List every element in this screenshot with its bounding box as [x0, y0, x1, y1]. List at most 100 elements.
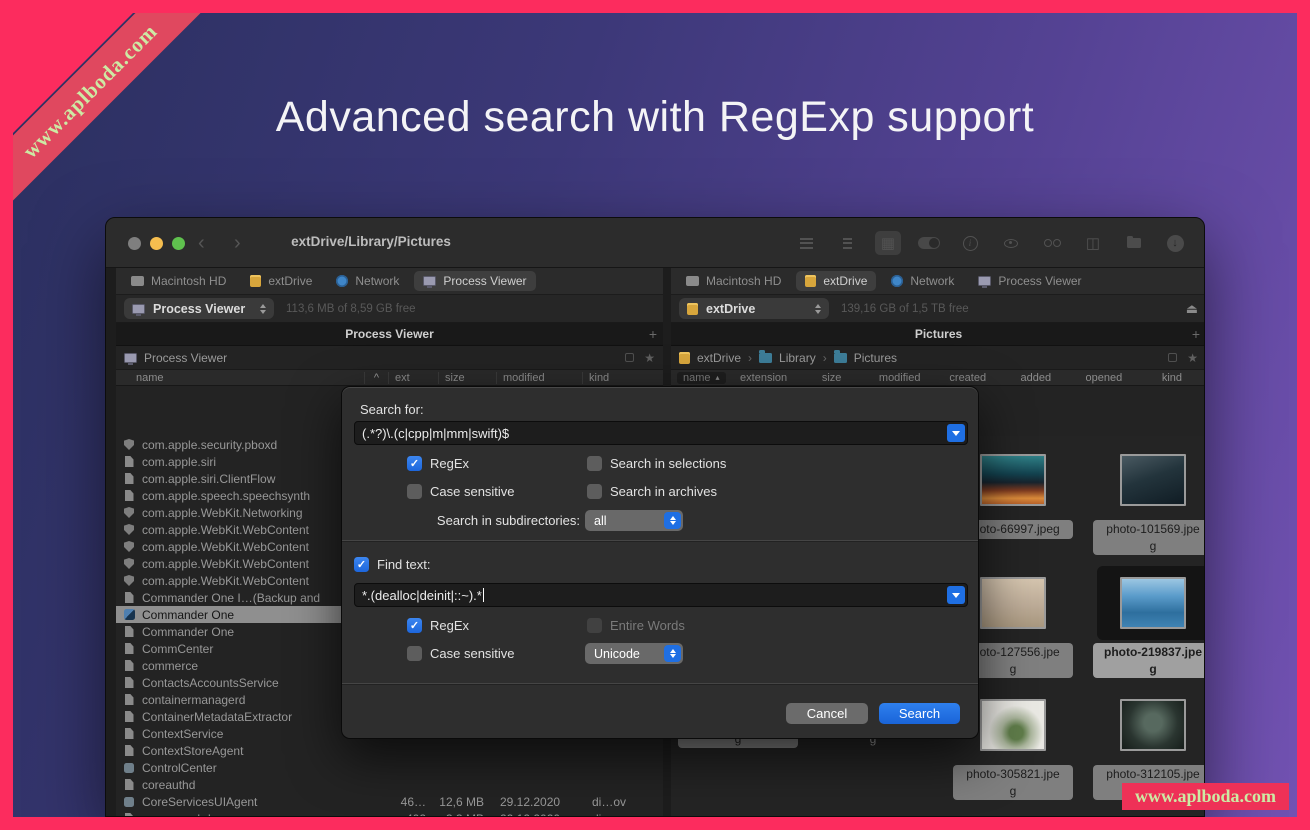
file-kind: di…ov — [578, 812, 663, 818]
column-header-size[interactable]: size — [798, 372, 866, 384]
find-text-row[interactable]: ✓ Find text: — [354, 557, 430, 572]
drive-extdrive[interactable]: extDrive — [796, 271, 876, 291]
drive-macintosh-hd[interactable]: Macintosh HD — [677, 271, 790, 291]
photo-item-selected[interactable]: photo-219837.jpeg — [1093, 577, 1205, 678]
column-header-size[interactable]: size — [438, 372, 496, 384]
find-case-sensitive-row[interactable]: Case sensitive — [407, 646, 515, 661]
column-header-kind[interactable]: kind — [1138, 372, 1205, 384]
drive-network[interactable]: Network — [327, 271, 408, 291]
file-icon — [116, 677, 142, 688]
file-size: 3,3 MB — [434, 812, 492, 818]
entire-words-row[interactable]: Entire Words — [587, 618, 685, 633]
combo-dropdown-icon[interactable] — [947, 424, 965, 442]
checkbox-icon[interactable] — [587, 484, 602, 499]
column-header-name[interactable]: name▴ — [677, 372, 726, 384]
search-in-archives-row[interactable]: Search in archives — [587, 484, 717, 499]
network-globe-icon — [336, 275, 348, 287]
breadcrumb-library[interactable]: Library — [779, 351, 816, 365]
info-icon[interactable]: i — [957, 231, 983, 255]
column-header-opened[interactable]: opened — [1070, 372, 1138, 384]
add-tab-button[interactable]: + — [1192, 326, 1200, 342]
combo-dropdown-icon[interactable] — [947, 586, 965, 604]
panel-toggle-icon[interactable] — [916, 231, 942, 255]
drive-extdrive[interactable]: extDrive — [241, 271, 321, 291]
column-header-kind[interactable]: kind — [582, 372, 663, 384]
back-icon[interactable]: ‹ — [198, 231, 205, 255]
subdirectories-select[interactable]: all — [585, 510, 683, 531]
file-icon — [116, 779, 142, 790]
left-volume-selector[interactable]: Process Viewer — [124, 298, 274, 319]
search-pattern-input[interactable]: (.*?)\.(c|cpp|m|mm|swift)$ — [354, 421, 968, 445]
checkbox-checked-icon[interactable]: ✓ — [354, 557, 369, 572]
folder-tree-icon[interactable] — [1121, 231, 1147, 255]
column-header-modified[interactable]: modified — [496, 372, 582, 384]
drive-process-viewer[interactable]: Process Viewer — [414, 271, 535, 291]
search-for-label: Search for: — [360, 402, 424, 417]
thumbnail-view-icon[interactable]: ▦ — [875, 231, 901, 255]
selection-checkbox-icon[interactable] — [625, 353, 634, 362]
drive-process-viewer[interactable]: Process Viewer — [969, 271, 1090, 291]
file-icon — [116, 797, 142, 807]
checkbox-checked-icon[interactable]: ✓ — [407, 456, 422, 471]
cancel-button[interactable]: Cancel — [786, 703, 868, 724]
checkbox-icon[interactable] — [587, 456, 602, 471]
file-icon — [116, 541, 142, 552]
sort-asc-icon[interactable]: ^ — [364, 372, 388, 384]
column-header-modified[interactable]: modified — [866, 372, 934, 384]
tab-process-viewer[interactable]: Process Viewer — [345, 327, 434, 341]
minimize-button[interactable] — [150, 237, 163, 250]
brief-list-view-icon[interactable] — [834, 231, 860, 255]
advanced-search-dialog: Search for: (.*?)\.(c|cpp|m|mm|swift)$ ✓… — [341, 386, 979, 739]
window-titlebar[interactable]: ‹ › extDrive/Library/Pictures ▦ i ◫ ↓ — [106, 218, 1204, 268]
photo-item[interactable]: photo-101569.jpeg — [1093, 454, 1205, 555]
breadcrumb-pictures[interactable]: Pictures — [854, 351, 897, 365]
case-sensitive-row[interactable]: Case sensitive — [407, 484, 515, 499]
table-row[interactable]: coreauthd — [116, 776, 663, 793]
right-volume-selector[interactable]: extDrive — [679, 298, 829, 319]
drive-macintosh-hd[interactable]: Macintosh HD — [122, 271, 235, 291]
find-text-input[interactable]: *.(dealloc|deinit|::~).* — [354, 583, 968, 607]
file-name: ContextStoreAgent — [142, 744, 384, 758]
dual-pane-icon[interactable]: ◫ — [1080, 231, 1106, 255]
checkbox-checked-icon[interactable]: ✓ — [407, 618, 422, 633]
table-row[interactable]: corespeechd 402 3,3 MB 22.12.2020 di…ov — [116, 810, 663, 817]
file-kind: di…ov — [578, 795, 663, 809]
file-size: 12,6 MB — [434, 795, 492, 809]
breadcrumb-extdrive[interactable]: extDrive — [697, 351, 741, 365]
add-tab-button[interactable]: + — [649, 326, 657, 342]
table-row[interactable]: ContextStoreAgent — [116, 742, 663, 759]
close-button[interactable] — [128, 237, 141, 250]
encoding-select[interactable]: Unicode — [585, 643, 683, 664]
right-free-space: 139,16 GB of 1,5 TB free — [841, 303, 969, 315]
full-list-view-icon[interactable] — [793, 231, 819, 255]
eject-icon[interactable]: ⏏ — [1186, 301, 1198, 317]
regex-checkbox-row[interactable]: ✓ RegEx — [407, 456, 469, 471]
breadcrumb-separator: › — [823, 351, 827, 365]
table-row[interactable]: ControlCenter — [116, 759, 663, 776]
column-header-created[interactable]: created — [934, 372, 1002, 384]
drive-network[interactable]: Network — [882, 271, 963, 291]
favorite-star-icon[interactable]: ★ — [1187, 351, 1198, 365]
forward-icon[interactable]: › — [234, 231, 241, 255]
toolbar: ▦ i ◫ ↓ — [793, 230, 1188, 256]
column-header-ext[interactable]: ext — [388, 372, 438, 384]
download-updates-icon[interactable]: ↓ — [1162, 231, 1188, 255]
search-button[interactable]: Search — [879, 703, 960, 724]
search-in-selections-row[interactable]: Search in selections — [587, 456, 726, 471]
zoom-button[interactable] — [172, 237, 185, 250]
table-row[interactable]: CoreServicesUIAgent 46… 12,6 MB 29.12.20… — [116, 793, 663, 810]
selection-checkbox-icon[interactable] — [1168, 353, 1177, 362]
hidden-files-eye-icon[interactable] — [998, 231, 1024, 255]
left-path-label[interactable]: Process Viewer — [144, 351, 227, 365]
checkbox-icon[interactable] — [407, 646, 422, 661]
favorite-star-icon[interactable]: ★ — [644, 351, 655, 365]
checkbox-icon[interactable] — [407, 484, 422, 499]
column-header-added[interactable]: added — [1002, 372, 1070, 384]
case-sensitive-label: Case sensitive — [430, 484, 515, 499]
search-binoculars-icon[interactable] — [1039, 231, 1065, 255]
right-tab-bar: Pictures + — [671, 323, 1205, 346]
column-header-name[interactable]: name — [116, 372, 364, 384]
tab-pictures[interactable]: Pictures — [915, 327, 962, 341]
find-regex-row[interactable]: ✓ RegEx — [407, 618, 469, 633]
column-header-extension[interactable]: extension — [730, 372, 798, 384]
